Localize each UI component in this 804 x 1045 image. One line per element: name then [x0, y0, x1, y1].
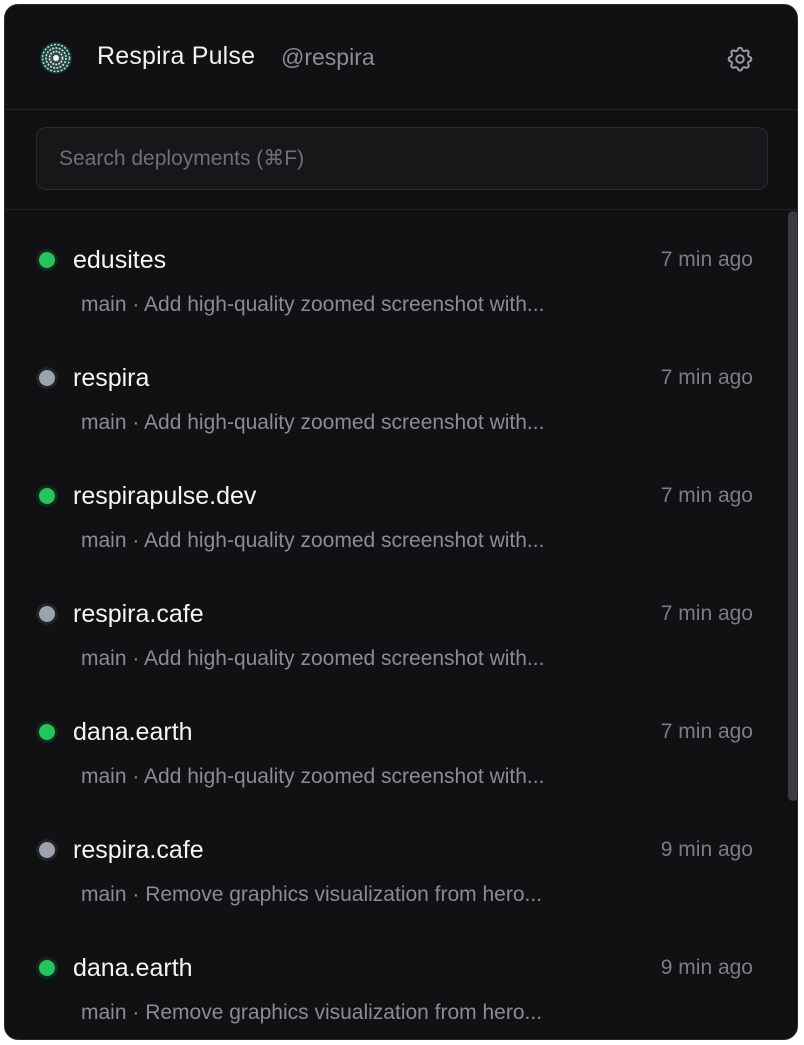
commit-summary: main · Add high-quality zoomed screensho…	[81, 765, 611, 789]
commit-summary: main · Remove graphics visualization fro…	[81, 1001, 611, 1025]
deployment-time: 7 min ago	[660, 248, 753, 271]
branch-name: main	[81, 529, 127, 552]
commit-message: Add high-quality zoomed screenshot with.…	[144, 647, 545, 670]
separator: ·	[126, 883, 146, 906]
gear-icon[interactable]	[725, 44, 755, 74]
branch-name: main	[81, 765, 127, 788]
commit-summary: main · Remove graphics visualization fro…	[81, 883, 611, 907]
deployment-row[interactable]: dana.earth 7 min ago main · Add high-quali…	[5, 682, 785, 800]
deployment-row[interactable]: respira.cafe 7 min ago main · Add high-qua…	[5, 564, 785, 682]
commit-summary: main · Add high-quality zoomed screensho…	[81, 647, 611, 671]
deployment-name: respirapulse.dev	[73, 482, 257, 510]
app-title: Respira Pulse	[97, 42, 256, 70]
status-dot-icon	[39, 842, 55, 858]
search-input[interactable]	[36, 127, 768, 190]
header: Respira Pulse @respira	[5, 5, 797, 110]
deployment-time: 9 min ago	[660, 956, 753, 979]
deployment-name: respira	[73, 364, 150, 392]
deployment-name: edusites	[73, 246, 167, 274]
deployment-row[interactable]: respira.cafe 9 min ago main · Remove graph…	[5, 800, 785, 918]
deployment-time: 7 min ago	[660, 366, 753, 389]
search-bar	[5, 110, 797, 210]
branch-name: main	[81, 1001, 127, 1024]
deployment-time: 7 min ago	[660, 720, 753, 743]
branch-name: main	[81, 411, 127, 434]
deployment-name: dana.earth	[73, 954, 193, 982]
deployment-time: 9 min ago	[660, 838, 753, 861]
separator: ·	[126, 411, 145, 434]
branch-name: main	[81, 883, 127, 906]
status-dot-icon	[39, 606, 55, 622]
app-window: Respira Pulse @respira edusites 7 min ago…	[4, 4, 798, 1040]
deployment-list: edusites 7 min ago main · Add high-quality…	[5, 210, 785, 1039]
respira-logo-icon	[40, 42, 72, 74]
branch-name: main	[81, 293, 127, 316]
status-dot-icon	[39, 370, 55, 386]
status-dot-icon	[39, 724, 55, 740]
commit-summary: main · Add high-quality zoomed screensho…	[81, 529, 611, 553]
status-dot-icon	[39, 960, 55, 976]
account-handle: @respira	[281, 44, 375, 70]
separator: ·	[126, 1001, 146, 1024]
separator: ·	[126, 293, 145, 316]
commit-message: Add high-quality zoomed screenshot with.…	[144, 293, 545, 316]
deployment-row[interactable]: respira 7 min ago main · Add high-quality …	[5, 328, 785, 446]
deployment-name: respira.cafe	[73, 600, 204, 628]
deployment-time: 7 min ago	[660, 484, 753, 507]
commit-summary: main · Add high-quality zoomed screensho…	[81, 411, 611, 435]
deployment-row[interactable]: edusites 7 min ago main · Add high-quality…	[5, 210, 785, 328]
separator: ·	[126, 765, 145, 788]
status-dot-icon	[39, 488, 55, 504]
commit-message: Add high-quality zoomed screenshot with.…	[144, 529, 545, 552]
commit-message: Add high-quality zoomed screenshot with.…	[144, 765, 545, 788]
commit-message: Remove graphics visualization from hero.…	[145, 1001, 543, 1024]
commit-summary: main · Add high-quality zoomed screensho…	[81, 293, 611, 317]
deployment-name: dana.earth	[73, 718, 193, 746]
deployment-time: 7 min ago	[660, 602, 753, 625]
branch-name: main	[81, 647, 127, 670]
separator: ·	[126, 529, 145, 552]
deployment-row[interactable]: respirapulse.dev 7 min ago main · Add high…	[5, 446, 785, 564]
deployment-row[interactable]: dana.earth 9 min ago main · Remove graphic…	[5, 918, 785, 1036]
scrollbar-thumb[interactable]	[788, 211, 797, 801]
commit-message: Add high-quality zoomed screenshot with.…	[144, 411, 545, 434]
separator: ·	[126, 647, 145, 670]
deployment-name: respira.cafe	[73, 836, 204, 864]
commit-message: Remove graphics visualization from hero.…	[145, 883, 543, 906]
status-dot-icon	[39, 252, 55, 268]
